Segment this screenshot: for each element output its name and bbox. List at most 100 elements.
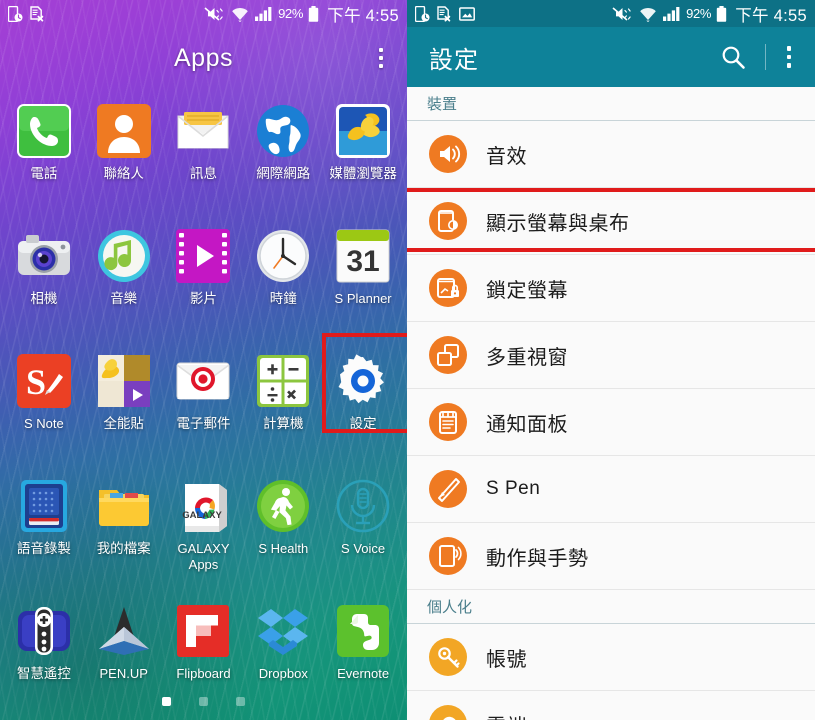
app-label: 電子郵件	[176, 416, 231, 431]
left-notification-icons	[8, 5, 45, 22]
app-item-messages[interactable]: 訊息	[164, 97, 243, 222]
app-label: S Note	[24, 416, 64, 431]
wifi-icon	[640, 7, 656, 22]
app-bar-divider	[765, 44, 766, 70]
app-item-camera[interactable]: 相機	[4, 222, 83, 347]
app-label: Evernote	[337, 666, 390, 681]
settings-row-label: 音效	[486, 145, 527, 168]
svg-text:GALAXY: GALAXY	[183, 510, 223, 521]
app-item-voice-recorder[interactable]: 語音錄製	[4, 472, 83, 597]
s-note-icon: S	[16, 353, 72, 409]
search-icon[interactable]	[710, 34, 756, 80]
settings-more-options-icon[interactable]	[775, 34, 803, 80]
settings-row-label: 動作與手勢	[486, 547, 589, 570]
right-notification-icons	[415, 5, 475, 22]
app-item-contacts[interactable]: 聯絡人	[84, 97, 163, 222]
section-header-label: 裝置	[427, 96, 458, 113]
app-label: PEN.UP	[99, 666, 148, 681]
right-status-icons: 92% 下午 4:55	[612, 2, 807, 26]
settings-row-s-pen[interactable]: S Pen	[407, 456, 815, 523]
mute-vibrate-icon	[612, 6, 631, 21]
app-item-settings-gear[interactable]: 設定	[324, 347, 403, 472]
app-item-s-note[interactable]: S S Note	[4, 347, 83, 472]
settings-row-label: 雲端	[486, 710, 527, 720]
settings-row-label: 顯示螢幕與桌布	[486, 212, 630, 235]
section-header: 個人化	[407, 590, 815, 624]
app-item-gallery[interactable]: 媒體瀏覽器	[324, 97, 403, 222]
s-health-icon	[255, 478, 311, 534]
app-label: 全能貼	[103, 416, 144, 431]
notification-panel-icon	[429, 403, 467, 441]
settings-row-cloud[interactable]: 雲端	[407, 691, 815, 720]
app-bar-actions	[710, 34, 803, 80]
app-item-internet-browser[interactable]: 網際網路	[244, 97, 323, 222]
voice-recorder-icon	[16, 478, 72, 534]
signal-bars-icon	[255, 6, 272, 21]
settings-row-label: S Pen	[486, 478, 541, 499]
battery-full-icon	[716, 5, 727, 22]
app-label: 音樂	[110, 291, 138, 306]
app-item-scrapbook[interactable]: 全能貼	[84, 347, 163, 472]
app-item-calendar[interactable]: 31 S Planner	[324, 222, 403, 347]
section-header-label: 個人化	[427, 599, 473, 616]
app-item-video[interactable]: 影片	[164, 222, 243, 347]
settings-row-notification-panel[interactable]: 通知面板	[407, 389, 815, 456]
clock-right: 下午 4:55	[735, 6, 807, 25]
phone-icon	[16, 103, 72, 159]
app-item-galaxy-apps[interactable]: GALAXY GALAXY Apps	[164, 472, 243, 597]
settings-title: 設定	[429, 46, 479, 74]
app-label: S Health	[258, 541, 309, 556]
apps-header: Apps	[0, 27, 407, 89]
app-label: Flipboard	[176, 666, 231, 681]
signal-bars-icon	[663, 6, 680, 21]
app-item-calculator[interactable]: 計算機	[244, 347, 323, 472]
pen-up-icon	[96, 603, 152, 659]
settings-list[interactable]: 裝置音效顯示螢幕與桌布鎖定螢幕多重視窗通知面板 S Pen 動作與手勢個人化帳號雲端	[407, 87, 815, 720]
settings-row-display-wallpaper[interactable]: 顯示螢幕與桌布	[407, 188, 815, 255]
app-item-music[interactable]: 音樂	[84, 222, 163, 347]
app-label: 語音錄製	[16, 541, 71, 556]
settings-row-accounts-key[interactable]: 帳號	[407, 624, 815, 691]
apps-drawer-panel: 92% 下午 4:55 Apps 電話 聯絡人 訊息 網際網路 媒體瀏覽器相機 音樂 影片 時…	[0, 0, 407, 720]
video-icon	[175, 228, 231, 284]
app-label: S Planner	[334, 291, 392, 306]
music-icon	[96, 228, 152, 284]
battery-percent-left: 92%	[278, 6, 304, 21]
camera-icon	[16, 228, 72, 284]
settings-row-label: 多重視窗	[486, 346, 568, 369]
app-item-email[interactable]: 電子郵件	[164, 347, 243, 472]
right-status-bar[interactable]: 92% 下午 4:55	[407, 0, 815, 27]
display-wallpaper-icon	[429, 202, 467, 240]
svg-text:S: S	[26, 362, 46, 402]
dropbox-icon	[255, 603, 311, 659]
app-label: 網際網路	[256, 166, 311, 181]
app-label: 我的檔案	[96, 541, 151, 556]
settings-row-lock-screen[interactable]: 鎖定螢幕	[407, 255, 815, 322]
app-item-clock[interactable]: 時鐘	[244, 222, 323, 347]
svg-text:31: 31	[346, 245, 379, 278]
page-dot-2[interactable]	[199, 697, 208, 706]
apps-more-options-icon[interactable]	[369, 43, 393, 73]
cloud-icon	[429, 705, 467, 720]
app-item-s-health[interactable]: S Health	[244, 472, 323, 597]
gallery-icon	[335, 103, 391, 159]
s-pen-icon	[429, 470, 467, 508]
app-item-phone[interactable]: 電話	[4, 97, 83, 222]
device-clock-icon	[8, 5, 23, 22]
multi-window-icon	[429, 336, 467, 374]
settings-row-motions-gestures[interactable]: 動作與手勢	[407, 523, 815, 590]
page-dot-3[interactable]	[236, 697, 245, 706]
internet-browser-icon	[255, 103, 311, 159]
app-label: 媒體瀏覽器	[329, 166, 397, 181]
settings-row-sound-speaker[interactable]: 音效	[407, 121, 815, 188]
settings-row-label: 鎖定螢幕	[486, 279, 568, 302]
smart-remote-icon	[16, 603, 72, 659]
page-dot-1[interactable]	[162, 697, 171, 706]
screenshot-image-icon	[459, 6, 475, 21]
app-item-s-voice[interactable]: S Voice	[324, 472, 403, 597]
settings-row-multi-window[interactable]: 多重視窗	[407, 322, 815, 389]
page-indicator[interactable]	[0, 697, 407, 706]
left-status-bar[interactable]: 92% 下午 4:55	[0, 0, 407, 27]
app-item-my-files-folder[interactable]: 我的檔案	[84, 472, 163, 597]
device-clock-icon	[415, 5, 430, 22]
